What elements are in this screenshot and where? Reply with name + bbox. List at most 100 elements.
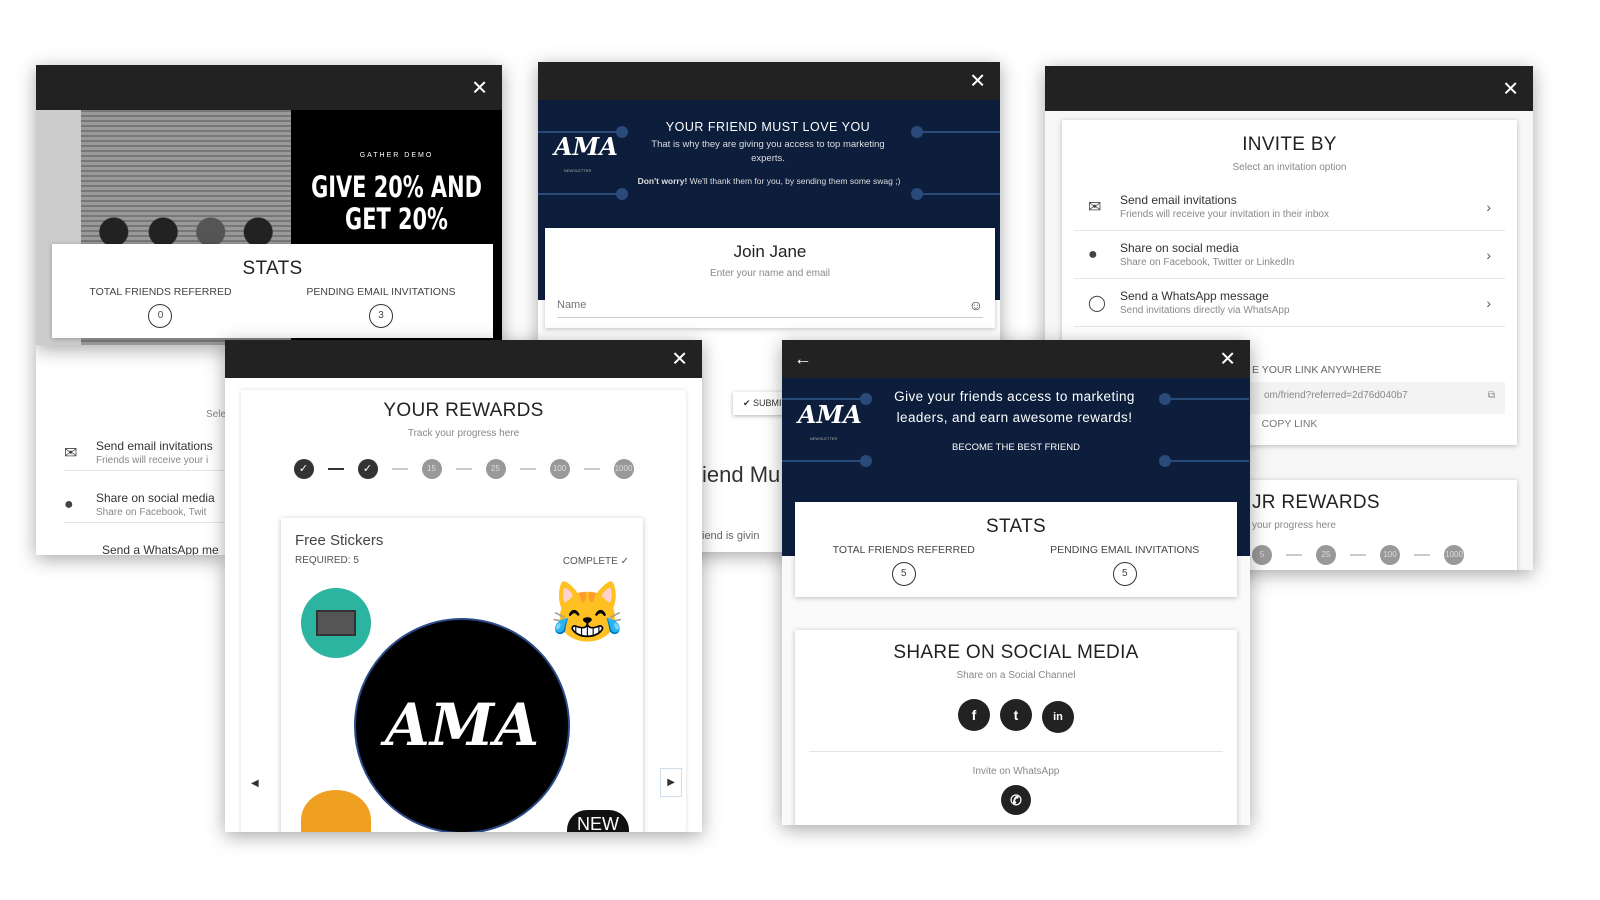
window-header: ← ✕ [782, 340, 1250, 378]
ama-logo: AMA [798, 400, 862, 429]
logo-subtitle: NEWSLETTER [810, 436, 838, 441]
stats-title: STATS [242, 258, 303, 279]
rewards-subtitle: Track your progress here [407, 428, 520, 439]
gather-demo-window: ✕ GATHER DEMO GIVE 20% AND GET 20% STATS… [36, 65, 502, 345]
copy-icon[interactable]: ⧉ [1488, 390, 1495, 401]
window-header: ✕ [1045, 66, 1533, 111]
envelope-icon: ✉ [1088, 198, 1102, 216]
option-desc: Friends will receive your invitation in … [1120, 209, 1329, 220]
option-title: Share on social media [1120, 241, 1239, 255]
option-desc: Friends will receive your i [96, 455, 209, 466]
link-label: E YOUR LINK ANYWHERE [1252, 364, 1382, 376]
share-card: SHARE ON SOCIAL MEDIA Share on a Social … [795, 630, 1237, 825]
envelope-icon: ✉ [64, 444, 78, 462]
option-title: Send email invitations [96, 439, 213, 453]
window-header: ✕ [225, 340, 702, 378]
logo-subtitle: NEWSLETTER [564, 168, 592, 173]
ama-logo: AMA [384, 691, 540, 759]
window-header: ✕ [538, 62, 1000, 100]
name-input[interactable] [557, 297, 969, 313]
linkedin-share-button[interactable]: in [1042, 701, 1074, 733]
step-connector [391, 468, 408, 470]
step-connector [583, 468, 600, 470]
reward-card: Free Stickers REQUIRED: 5 COMPLETE ✓ 😹 A… [281, 518, 643, 832]
option-title: Share on social media [96, 491, 215, 505]
hero-headline: GIVE 20% AND GET 20% [311, 170, 482, 236]
carousel-next-button[interactable]: ▶ [660, 768, 682, 797]
progress-step: ✓ [357, 459, 378, 479]
select-text: Sele [206, 409, 226, 420]
banner-headline: Give your friends access to marketing le… [894, 389, 1135, 425]
reward-status: COMPLETE [562, 556, 618, 567]
chevron-right-icon: › [1486, 198, 1491, 215]
window-header: ✕ [36, 65, 502, 110]
option-title: Send email invitations [1120, 193, 1237, 207]
check-icon: ✔ [743, 398, 754, 408]
pending-invitations-label: PENDING EMAIL INVITATIONS [1050, 544, 1200, 556]
pending-invitations-value: 5 [1112, 562, 1137, 586]
share-title: SHARE ON SOCIAL MEDIA [893, 642, 1139, 663]
invite-title: INVITE BY [1242, 134, 1337, 155]
invite-option-whatsapp[interactable]: ◯ Send a WhatsApp message Send invitations… [1074, 279, 1505, 327]
behind-email-option[interactable]: ✉ Send email invitations Friends will rece… [64, 435, 226, 471]
step-connector [327, 468, 344, 470]
rewards-title: YOUR REWARDS [383, 400, 544, 421]
chevron-right-icon: › [1486, 246, 1491, 263]
emoji-icon[interactable]: ☺ [969, 297, 983, 313]
stats-card: STATS TOTAL FRIENDS REFERRED 0 PENDING EM… [52, 244, 493, 338]
close-icon[interactable]: ✕ [471, 75, 488, 100]
facebook-share-button[interactable]: f [958, 699, 990, 731]
back-arrow-icon[interactable]: ← [794, 349, 812, 370]
option-title: Send a WhatsApp message [1120, 289, 1269, 303]
partial-text: iend is givin [702, 530, 760, 542]
banner-headline: YOUR FRIEND MUST LOVE YOU [665, 120, 871, 134]
pending-invitations-value: 3 [368, 304, 393, 328]
close-icon[interactable]: ✕ [1219, 347, 1236, 372]
invite-option-email[interactable]: ✉ Send email invitations Friends will rece… [1074, 183, 1505, 231]
close-icon[interactable]: ✕ [671, 347, 688, 372]
whatsapp-icon: ◯ [1088, 294, 1106, 312]
step: 5 [1252, 545, 1272, 565]
note-text: We'll thank them for you, by sending the… [687, 176, 901, 186]
facebook-icon: ● [1088, 245, 1098, 263]
progress-step: 100 [549, 459, 570, 479]
rewards-window: ✕ YOUR REWARDS Track your progress here … [225, 340, 702, 832]
invite-option-social[interactable]: ● Share on social media Share on Facebook,… [1074, 231, 1505, 279]
whatsapp-share-button[interactable]: ✆ [1001, 785, 1031, 815]
progress-steps: ✓ ✓ 15 25 100 1000 [241, 459, 686, 479]
option-desc: Share on Facebook, Twit [96, 507, 207, 518]
option-desc: Share on Facebook, Twitter or LinkedIn [1120, 257, 1295, 268]
share-subtitle: Share on a Social Channel [956, 670, 1076, 681]
note-bold: Don't worry! [637, 176, 688, 186]
total-friends-value: 0 [148, 304, 173, 328]
close-icon[interactable]: ✕ [969, 69, 986, 94]
pending-invitations-label: PENDING EMAIL INVITATIONS [306, 286, 456, 298]
total-friends-label: TOTAL FRIENDS REFERRED [89, 286, 232, 298]
carousel-prev-button[interactable]: ◀ [251, 778, 259, 789]
become-best-friend-link[interactable]: BECOME THE BEST FRIEND [782, 442, 1250, 453]
twitter-share-button[interactable]: t [1000, 699, 1032, 731]
join-title: Join Jane [733, 242, 807, 261]
option-title: Send a WhatsApp me [102, 543, 219, 555]
join-card: Join Jane Enter your name and email ☺ [545, 228, 995, 328]
rewards-subtitle: your progress here [1252, 520, 1336, 531]
step-connector [455, 468, 472, 470]
option-desc: Send invitations directly via WhatsApp [1120, 305, 1290, 316]
progress-step: 15 [421, 459, 442, 479]
progress-step: ✓ [293, 459, 314, 479]
step: 100 [1380, 545, 1400, 565]
laptop-sticker [301, 588, 371, 658]
link-value: om/friend?referred=2d76d040b7 [1264, 390, 1408, 401]
whatsapp-label: Invite on WhatsApp [809, 751, 1223, 777]
facebook-icon: ● [64, 495, 74, 513]
close-icon[interactable]: ✕ [1502, 76, 1519, 101]
friend-window: ← ✕ AMA NEWSLETTER Give your friends acce… [782, 340, 1250, 825]
join-subtitle: Enter your name and email [709, 268, 831, 279]
step: 1000 [1444, 545, 1464, 565]
progress-step: 25 [485, 459, 506, 479]
behind-social-option[interactable]: ● Share on social media Share on Facebook,… [64, 487, 226, 523]
stats-title: STATS [986, 516, 1046, 537]
cat-emoji-sticker: 😹 [550, 579, 625, 646]
brand-label: GATHER DEMO [359, 152, 434, 159]
total-friends-label: TOTAL FRIENDS REFERRED [832, 544, 975, 556]
